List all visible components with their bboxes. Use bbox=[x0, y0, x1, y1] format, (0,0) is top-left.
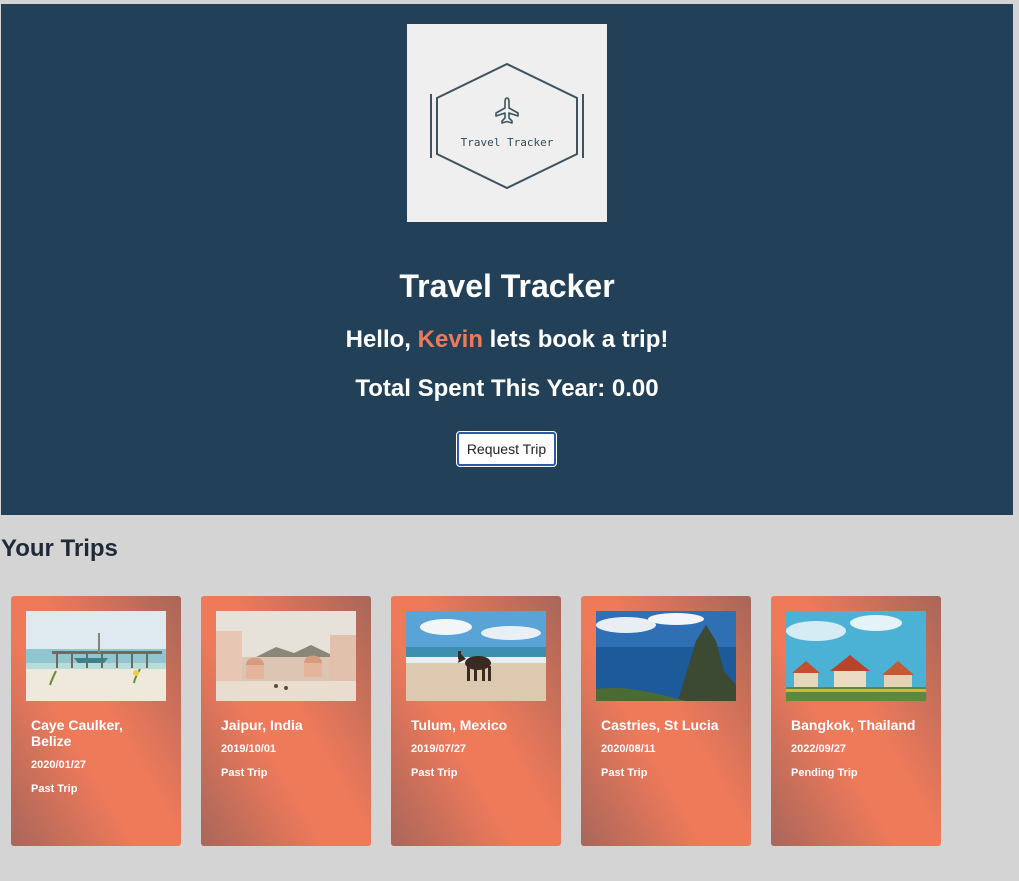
airplane-icon bbox=[495, 97, 519, 124]
trip-card[interactable]: Castries, St Lucia 2020/08/11 Past Trip bbox=[581, 596, 751, 846]
trip-card[interactable]: Bangkok, Thailand 2022/09/27 Pending Tri… bbox=[771, 596, 941, 846]
trip-card[interactable]: Caye Caulker, Belize 2020/01/27 Past Tri… bbox=[11, 596, 181, 846]
trip-destination: Bangkok, Thailand bbox=[791, 717, 916, 733]
greeting-suffix: lets book a trip! bbox=[483, 326, 669, 353]
trip-date: 2020/08/11 bbox=[601, 743, 656, 755]
user-name: Kevin bbox=[417, 326, 483, 353]
trip-status: Past Trip bbox=[601, 767, 648, 779]
trip-date: 2019/10/01 bbox=[221, 743, 277, 755]
trip-status: Pending Trip bbox=[791, 767, 858, 779]
page-title: Travel Tracker bbox=[399, 268, 615, 304]
trip-status: Past Trip bbox=[411, 767, 458, 779]
trips-heading: Your Trips bbox=[1, 535, 118, 562]
trip-destination: Castries, St Lucia bbox=[601, 717, 719, 733]
trip-status: Past Trip bbox=[221, 767, 268, 779]
logo-hexagon bbox=[430, 62, 584, 190]
trip-destination: Tulum, Mexico bbox=[411, 717, 508, 733]
trip-date: 2019/07/27 bbox=[411, 743, 467, 755]
greeting-prefix: Hello, bbox=[345, 326, 418, 353]
trip-image bbox=[216, 611, 356, 701]
trip-card[interactable]: Jaipur, India 2019/10/01 Past Trip bbox=[201, 596, 371, 846]
header-banner: Travel Tracker Travel Tracker Hello, Kev… bbox=[1, 4, 1013, 515]
request-trip-button[interactable]: Request Trip bbox=[456, 431, 557, 467]
trip-image bbox=[26, 611, 166, 701]
trip-date: 2022/09/27 bbox=[791, 743, 847, 755]
trip-card[interactable]: Tulum, Mexico 2019/07/27 Past Trip bbox=[391, 596, 561, 846]
trip-image bbox=[406, 611, 546, 701]
total-spent: Total Spent This Year: 0.00 bbox=[355, 375, 659, 402]
logo-text: Travel Tracker bbox=[460, 136, 554, 149]
trip-date: 2020/01/27 bbox=[31, 759, 87, 771]
app-logo: Travel Tracker bbox=[407, 24, 607, 222]
trip-image bbox=[786, 611, 926, 701]
trip-image bbox=[596, 611, 736, 701]
trip-destination: Jaipur, India bbox=[221, 717, 303, 733]
greeting: Hello, Kevin lets book a trip! bbox=[1, 326, 1013, 354]
trip-status: Past Trip bbox=[31, 783, 78, 795]
trip-destination: Caye Caulker, Belize bbox=[31, 717, 123, 749]
